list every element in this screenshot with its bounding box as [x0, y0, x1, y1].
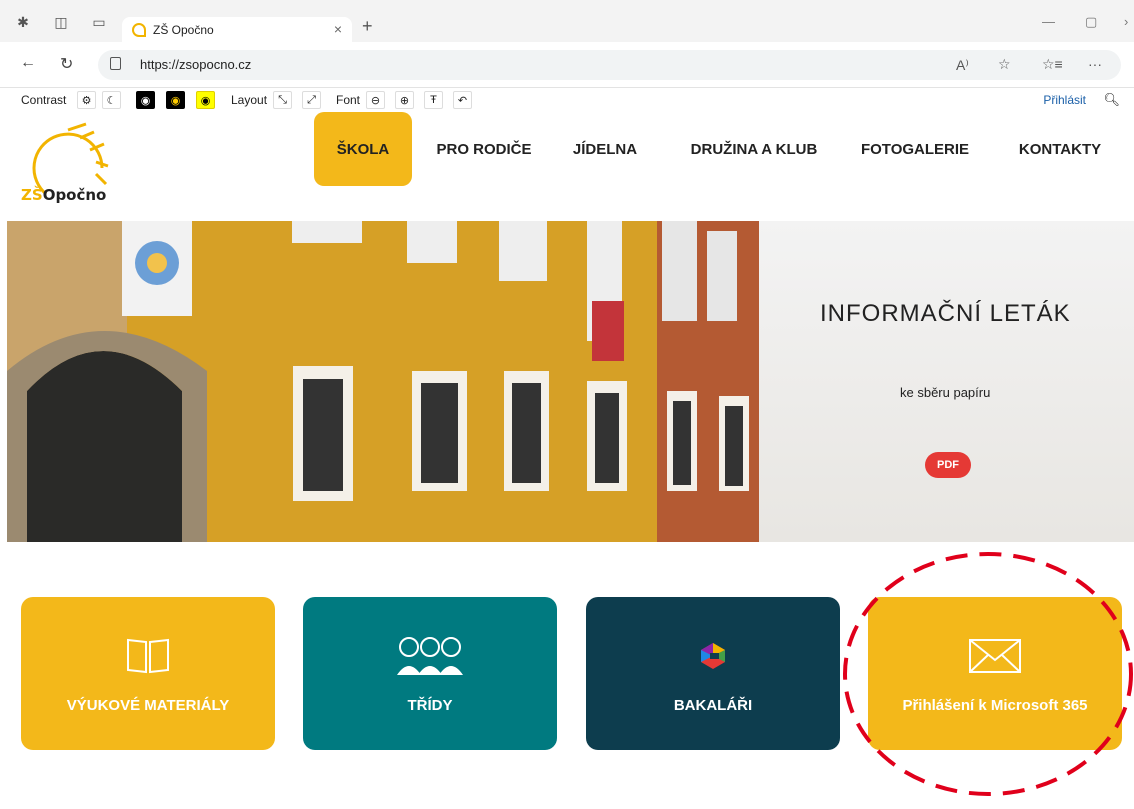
tile-label: BAKALÁŘI [673, 697, 753, 714]
minimize-button[interactable]: — [1042, 14, 1055, 29]
font-increase-icon[interactable]: ⊕ [395, 91, 414, 109]
moon-icon[interactable]: ☾ [102, 91, 121, 109]
login-link[interactable]: Přihlásit [1043, 93, 1086, 107]
people-icon [395, 633, 465, 679]
bakalari-logo-icon [700, 633, 726, 679]
new-tab-button[interactable]: + [362, 16, 373, 37]
more-menu-icon[interactable]: ··· [1088, 56, 1102, 72]
hero-subtitle: ke sběru papíru [900, 385, 991, 400]
nav-item-druzina-a-klub[interactable]: DRUŽINA A KLUB [684, 112, 824, 186]
close-window-icon[interactable]: › [1124, 14, 1128, 29]
logo-text: ZŠOpočno [21, 186, 107, 204]
nav-item-fotogalerie[interactable]: FOTOGALERIE [855, 112, 975, 186]
pdf-button[interactable]: PDF [925, 452, 971, 478]
hero-title: INFORMAČNÍ LETÁK [820, 300, 1071, 327]
font-label: Font [336, 93, 361, 107]
nav-item-kontakty[interactable]: KONTAKTY [1014, 112, 1106, 186]
address-bar: ← ↻ https://zsopocno.cz A⁾ ☆ ☆≡ ··· [0, 42, 1134, 88]
close-tab-icon[interactable]: × [334, 21, 342, 37]
search-icon[interactable]: 🔍︎ [1103, 92, 1120, 108]
back-arrow-icon[interactable]: ← [20, 54, 36, 72]
lock-icon [110, 57, 121, 70]
font-decrease-icon[interactable]: ⊖ [366, 91, 385, 109]
shrink-layout-icon[interactable]: ⤡ [273, 91, 292, 109]
refresh-icon[interactable]: ↻ [60, 54, 73, 74]
read-aloud-icon[interactable]: A⁾ [956, 57, 969, 74]
gear-icon[interactable]: ⚙ [77, 91, 96, 109]
browser-tab-bar: ✱ ◫ ▭ ZŠ Opočno × + — ▢ › [0, 0, 1134, 42]
hero-text-panel [759, 221, 1134, 542]
profile-icon[interactable]: ✱ [14, 13, 32, 31]
url-text: https://zsopocno.cz [140, 57, 252, 72]
nav-item-jidelna[interactable]: JÍDELNA [566, 112, 644, 186]
font-style-icon[interactable]: Ŧ [424, 91, 443, 109]
favicon-icon [132, 22, 146, 37]
url-field[interactable]: https://zsopocno.cz A⁾ ☆ [98, 50, 1121, 80]
favorite-star-icon[interactable]: ☆ [998, 56, 1011, 73]
contrast-yellow-eye-icon[interactable]: ◉ [196, 91, 215, 109]
accessibility-toolbar: Contrast ⚙ ☾ ◉ ◉ ◉ Layout ⤡ ⤢ Font ⊖ ⊕ Ŧ… [0, 88, 1134, 112]
contrast-yellow-black-eye-icon[interactable]: ◉ [166, 91, 185, 109]
maximize-button[interactable]: ▢ [1085, 14, 1097, 30]
tab-title: ZŠ Opočno [153, 22, 214, 37]
tile-bakalari[interactable]: BAKALÁŘI [586, 597, 840, 750]
nav-item-skola[interactable]: ŠKOLA [314, 112, 412, 186]
hero-slider [7, 221, 1134, 542]
nav-item-pro-rodice[interactable]: PRO RODIČE [428, 112, 540, 186]
tab-actions-icon[interactable]: ▭ [90, 13, 108, 31]
reset-icon[interactable]: ↶ [453, 91, 472, 109]
book-icon [125, 633, 171, 679]
favorites-icon[interactable]: ☆≡ [1042, 56, 1063, 73]
tile-label: TŘÍDY [407, 697, 453, 714]
contrast-black-eye-icon[interactable]: ◉ [136, 91, 155, 109]
school-building-photo [7, 221, 759, 542]
tile-label: VÝUKOVÉ MATERIÁLY [66, 697, 230, 714]
contrast-label: Contrast [21, 93, 67, 107]
tile-vyukove-materialy[interactable]: VÝUKOVÉ MATERIÁLY [21, 597, 275, 750]
highlight-annotation-circle [843, 552, 1133, 796]
browser-tab[interactable]: ZŠ Opočno × [122, 17, 352, 42]
layout-label: Layout [231, 93, 268, 107]
expand-layout-icon[interactable]: ⤢ [302, 91, 321, 109]
tile-tridy[interactable]: TŘÍDY [303, 597, 557, 750]
workspaces-icon[interactable]: ◫ [52, 13, 70, 31]
